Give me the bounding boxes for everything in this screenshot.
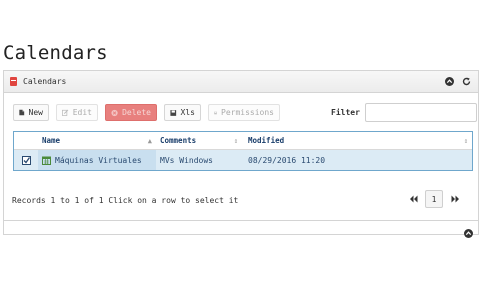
panel-footer [4, 220, 478, 238]
records-status: Records 1 to 1 of 1 Click on a row to se… [12, 196, 239, 205]
refresh-icon[interactable] [460, 76, 472, 88]
save-icon [170, 109, 177, 116]
row-checkbox[interactable] [14, 155, 38, 165]
sort-asc-icon: ▲ [147, 136, 152, 145]
delete-button-label: Delete [122, 108, 151, 117]
sort-icon: ⇕ [463, 136, 468, 145]
permissions-icon [214, 111, 217, 114]
edit-button[interactable]: Edit [56, 104, 98, 121]
grid-header: Name ▲ Comments ⇕ Modified ⇕ [14, 132, 472, 150]
row-name-cell: Máquinas Virtuales [38, 150, 156, 170]
permissions-button[interactable]: Permissions [208, 104, 280, 121]
calendar-icon [10, 77, 17, 86]
column-header-comments[interactable]: Comments ⇕ [156, 136, 242, 145]
panel-header: Calendars [4, 71, 478, 93]
xls-button-label: Xls [180, 108, 195, 117]
table-row[interactable]: Máquinas Virtuales MVs Windows 08/29/201… [14, 150, 472, 170]
new-button-label: New [28, 108, 43, 117]
sort-icon: ⇕ [233, 136, 238, 145]
delete-icon [111, 109, 118, 116]
collapse-icon[interactable] [443, 76, 455, 88]
delete-button[interactable]: Delete [105, 104, 157, 121]
page-title: Calendars [3, 42, 108, 64]
permissions-button-label: Permissions [221, 108, 274, 117]
panel-title: Calendars [23, 77, 67, 86]
column-header-modified[interactable]: Modified ⇕ [242, 136, 472, 145]
next-page-icon[interactable] [446, 195, 464, 203]
toolbar: New Edit Delete Xls Permissions Filter [13, 103, 477, 122]
xls-button[interactable]: Xls [164, 104, 201, 121]
filter-input[interactable] [365, 103, 477, 122]
new-button[interactable]: New [13, 104, 49, 121]
edit-icon [62, 109, 69, 116]
row-comments-cell: MVs Windows [160, 155, 213, 165]
checked-box-icon [21, 155, 31, 165]
pagination: 1 [404, 190, 464, 208]
collapse-icon[interactable] [464, 223, 473, 242]
edit-button-label: Edit [72, 108, 92, 117]
calendars-panel: Calendars New Edit Delete Xls Permission… [3, 70, 479, 238]
calendars-grid: Name ▲ Comments ⇕ Modified ⇕ Máquinas Vi… [13, 131, 473, 171]
calendar-icon [42, 156, 51, 165]
filter-label: Filter [331, 108, 360, 117]
previous-page-icon[interactable] [404, 195, 422, 203]
column-header-name[interactable]: Name ▲ [38, 136, 156, 145]
page-number-button[interactable]: 1 [425, 190, 443, 208]
file-icon [19, 109, 25, 116]
row-modified-cell: 08/29/2016 11:20 [248, 155, 326, 165]
